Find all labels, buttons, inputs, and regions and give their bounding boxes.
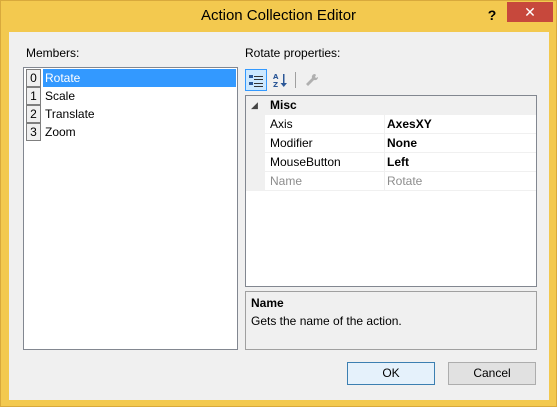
collapse-icon[interactable]: ◢ [251, 96, 258, 115]
member-index: 1 [26, 87, 41, 105]
row-margin [246, 134, 265, 152]
property-grid[interactable]: ◢ Misc Axis AxesXY Modifier None MouseBu… [245, 95, 537, 287]
members-list[interactable]: 0 Rotate 1 Scale 2 Translate 3 Zoom [23, 67, 238, 350]
member-item-translate[interactable]: 2 Translate [26, 105, 236, 123]
description-panel: Name Gets the name of the action. [245, 291, 537, 350]
member-item-zoom[interactable]: 3 Zoom [26, 123, 236, 141]
member-item-rotate[interactable]: 0 Rotate [26, 69, 236, 87]
wrench-icon [306, 73, 319, 86]
row-margin [246, 172, 265, 190]
property-row-mousebutton[interactable]: MouseButton Left [246, 153, 536, 172]
property-name: Name [270, 174, 303, 188]
categorized-button[interactable] [245, 69, 267, 91]
categorized-icon [249, 75, 263, 87]
toolbar-separator [295, 72, 296, 88]
property-value[interactable]: AxesXY [384, 115, 534, 134]
svg-text:A: A [273, 73, 279, 81]
row-margin [246, 153, 265, 171]
property-row-axis[interactable]: Axis AxesXY [246, 115, 536, 134]
row-margin [246, 115, 265, 133]
dialog-window: Action Collection Editor ? ✕ Members: Ro… [0, 0, 557, 407]
property-value: Rotate [384, 172, 534, 191]
member-label: Rotate [43, 69, 236, 87]
help-button[interactable]: ? [480, 4, 504, 26]
alphabetical-button[interactable]: A Z [269, 69, 291, 91]
alphabetical-icon: A Z [273, 73, 287, 89]
property-name: MouseButton [270, 155, 341, 169]
member-label: Translate [45, 107, 95, 121]
member-label: Zoom [45, 125, 76, 139]
property-value[interactable]: None [384, 134, 534, 153]
member-index: 2 [26, 105, 41, 123]
property-row-modifier[interactable]: Modifier None [246, 134, 536, 153]
member-item-scale[interactable]: 1 Scale [26, 87, 236, 105]
dialog-body: Members: Rotate properties: 0 Rotate 1 S… [9, 32, 549, 400]
member-index: 3 [26, 123, 41, 141]
svg-text:Z: Z [273, 81, 278, 88]
window-title: Action Collection Editor [200, 7, 357, 24]
property-name: Axis [270, 117, 293, 131]
property-name: Modifier [270, 136, 313, 150]
category-row-misc[interactable]: ◢ Misc [246, 96, 536, 115]
member-index: 0 [26, 69, 41, 87]
properties-label: Rotate properties: [245, 46, 341, 60]
description-title: Name [251, 296, 284, 310]
property-row-name[interactable]: Name Rotate [246, 172, 536, 191]
property-value[interactable]: Left [384, 153, 534, 172]
property-grid-toolbar: A Z [245, 69, 335, 93]
cancel-button[interactable]: Cancel [448, 362, 536, 385]
members-label: Members: [26, 46, 80, 60]
close-button[interactable]: ✕ [507, 2, 553, 22]
property-pages-button[interactable] [301, 69, 323, 91]
description-text: Gets the name of the action. [251, 314, 402, 328]
category-label: Misc [270, 98, 297, 112]
member-label: Scale [45, 89, 76, 103]
ok-button[interactable]: OK [347, 362, 435, 385]
title-bar[interactable]: Action Collection Editor ? ✕ [1, 1, 556, 32]
